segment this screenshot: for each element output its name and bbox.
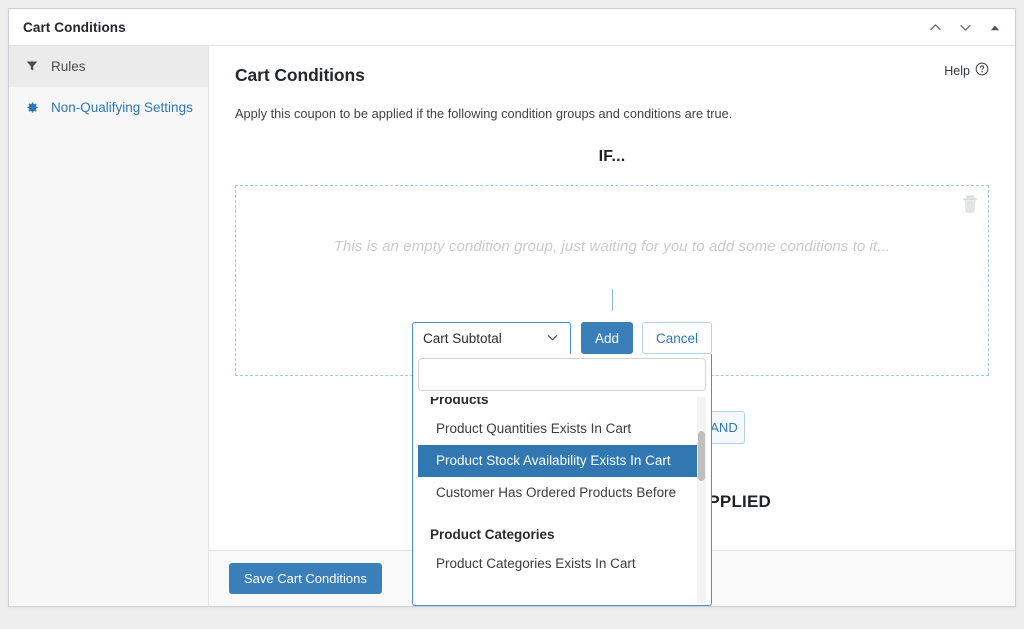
group-connector-line — [612, 289, 613, 311]
dropdown-scrollbar-thumb[interactable] — [698, 431, 705, 481]
dropdown-scrollbar-track[interactable] — [697, 397, 706, 604]
gear-icon — [26, 101, 43, 114]
trash-icon[interactable] — [961, 194, 979, 214]
save-cart-conditions-button[interactable]: Save Cart Conditions — [229, 563, 382, 594]
chevron-down-icon[interactable] — [951, 14, 979, 42]
page-title: Cart Conditions — [235, 64, 989, 86]
option-product-categories-exists-in-cart[interactable]: Product Categories Exists In Cart — [418, 548, 706, 580]
cancel-condition-button[interactable]: Cancel — [642, 322, 712, 354]
help-link[interactable]: Help — [944, 62, 989, 79]
filter-icon — [26, 60, 43, 72]
condition-type-selected-value: Cart Subtotal — [423, 331, 502, 346]
sidebar-item-label: Rules — [51, 59, 86, 74]
option-group-header: Product Categories — [418, 509, 706, 548]
panel-header: Cart Conditions — [9, 9, 1015, 46]
option-product-stock-availability-exists-in-cart[interactable]: Product Stock Availability Exists In Car… — [418, 445, 706, 477]
option-customer-has-ordered-products-before[interactable]: Customer Has Ordered Products Before — [418, 477, 706, 509]
panel-title: Cart Conditions — [23, 20, 126, 35]
condition-option-scroller: Products Product Quantities Exists In Ca… — [418, 397, 706, 580]
condition-type-select[interactable]: Cart Subtotal — [412, 322, 571, 354]
help-label: Help — [944, 64, 970, 78]
question-circle-icon — [975, 62, 989, 79]
sidebar-item-non-qualifying-settings[interactable]: Non-Qualifying Settings — [9, 87, 208, 128]
if-label: IF... — [235, 148, 989, 166]
empty-group-message: This is an empty condition group, just w… — [236, 238, 988, 255]
condition-type-picker: Cart Subtotal Add Cancel Products Produc… — [412, 322, 712, 606]
page-description: Apply this coupon to be applied if the f… — [235, 105, 989, 123]
chevron-down-icon — [545, 330, 560, 348]
add-condition-button[interactable]: Add — [581, 322, 633, 354]
panel-header-controls — [921, 9, 1009, 46]
condition-option-list: Products Product Quantities Exists In Ca… — [418, 397, 706, 604]
chevron-up-icon[interactable] — [921, 14, 949, 42]
cart-conditions-panel: Cart Conditions — [8, 8, 1016, 607]
sidebar-item-label: Non-Qualifying Settings — [51, 100, 193, 115]
option-product-quantities-exists-in-cart[interactable]: Product Quantities Exists In Cart — [418, 413, 706, 445]
screen: Cart Conditions — [0, 0, 1024, 629]
triangle-up-icon[interactable] — [981, 14, 1009, 42]
condition-type-dropdown-panel: Products Product Quantities Exists In Ca… — [412, 354, 712, 606]
sidebar: Rules Non-Qualifying Settings — [9, 46, 209, 607]
condition-search-input[interactable] — [418, 358, 706, 391]
option-group-header: Products — [418, 397, 706, 413]
sidebar-item-rules[interactable]: Rules — [9, 46, 208, 87]
